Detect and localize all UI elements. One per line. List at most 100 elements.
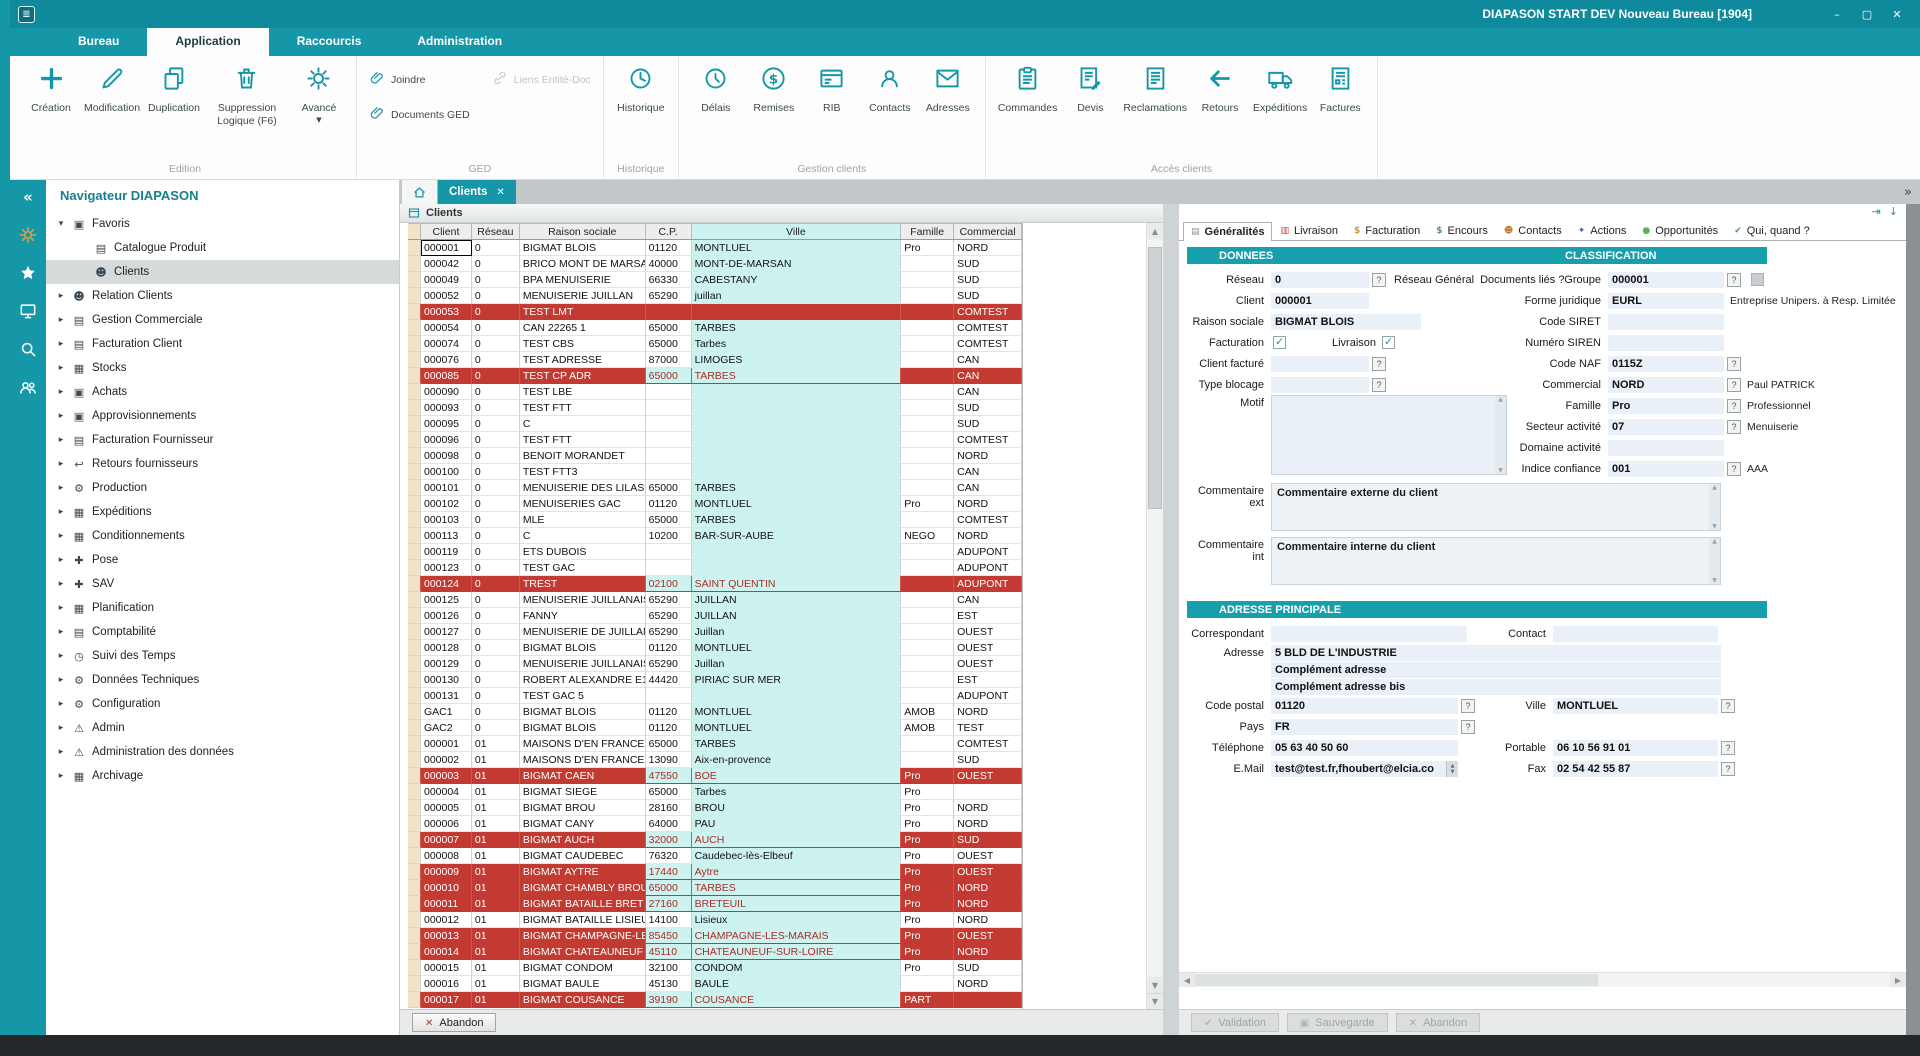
expander-icon[interactable]: ▸ — [56, 651, 66, 661]
table-row[interactable]: 000130 0 ROBERT ALEXANDRE E1 44420 PIRIA… — [408, 672, 1022, 688]
cell-cp[interactable]: 39190 — [646, 992, 692, 1008]
cell-cp[interactable]: 65000 — [646, 320, 692, 336]
cell-famille[interactable] — [901, 256, 954, 272]
scrollbar-thumb[interactable] — [1148, 247, 1162, 509]
cell-client[interactable]: 000124 — [421, 576, 472, 592]
cell-cp[interactable]: 85450 — [646, 928, 692, 944]
cell-ville[interactable] — [692, 688, 902, 704]
expander-icon[interactable]: ▸ — [56, 603, 66, 613]
cell-raison-sociale[interactable]: BIGMAT BLOIS — [520, 240, 646, 256]
cell-cp[interactable] — [646, 384, 692, 400]
commentaire-int-textarea[interactable]: Commentaire interne du client — [1271, 537, 1721, 585]
cell-cp[interactable]: 01120 — [646, 240, 692, 256]
tree-item[interactable]: ▸ ▦ Archivage — [46, 764, 399, 788]
cell-cp[interactable] — [646, 448, 692, 464]
tree-item[interactable]: ▤ Catalogue Produit — [46, 236, 399, 260]
cell-raison-sociale[interactable]: BIGMAT BLOIS — [520, 704, 646, 720]
cell-raison-sociale[interactable]: MENUISERIE JUILLANAIS — [520, 592, 646, 608]
cell-cp[interactable]: 65290 — [646, 608, 692, 624]
cell-reseau[interactable]: 01 — [472, 784, 520, 800]
cell-client[interactable]: 000012 — [421, 912, 472, 928]
raison-sociale-input[interactable]: BIGMAT BLOIS — [1271, 314, 1421, 330]
cell-commercial[interactable]: OUEST — [954, 864, 1022, 880]
cell-cp[interactable]: 66330 — [646, 272, 692, 288]
cell-cp[interactable] — [646, 560, 692, 576]
cell-famille[interactable]: Pro — [901, 848, 954, 864]
cell-client[interactable]: 000014 — [421, 944, 472, 960]
cell-reseau[interactable]: 01 — [472, 912, 520, 928]
tree-item[interactable]: ▸ ⚙ Production — [46, 476, 399, 500]
cell-cp[interactable]: 65290 — [646, 624, 692, 640]
cell-client[interactable]: 000013 — [421, 928, 472, 944]
delais-button[interactable]: Délais — [687, 58, 745, 115]
cell-client[interactable]: 000001 — [421, 736, 472, 752]
cell-client[interactable]: 000017 — [421, 992, 472, 1008]
table-row[interactable]: 000005 01 BIGMAT BROU 28160 BROU Pro NOR… — [408, 800, 1022, 816]
cell-commercial[interactable]: SUD — [954, 400, 1022, 416]
help-button[interactable]: ? — [1461, 720, 1475, 734]
cell-client[interactable]: 000042 — [421, 256, 472, 272]
cell-ville[interactable]: MONTLUEL — [692, 496, 902, 512]
cell-commercial[interactable]: COMTEST — [954, 336, 1022, 352]
table-row[interactable]: 000007 01 BIGMAT AUCH 32000 AUCH Pro SUD — [408, 832, 1022, 848]
cell-cp[interactable]: 45130 — [646, 976, 692, 992]
cell-raison-sociale[interactable]: MENUISERIE JUILLANAIS — [520, 656, 646, 672]
expander-icon[interactable]: ▸ — [56, 363, 66, 373]
cell-commercial[interactable]: NORD — [954, 912, 1022, 928]
cell-raison-sociale[interactable]: MLE — [520, 512, 646, 528]
cell-reseau[interactable]: 0 — [472, 592, 520, 608]
cell-raison-sociale[interactable]: BIGMAT CANY — [520, 816, 646, 832]
cell-commercial[interactable]: NORD — [954, 704, 1022, 720]
cell-famille[interactable] — [901, 384, 954, 400]
cell-famille[interactable]: Pro — [901, 816, 954, 832]
cell-commercial[interactable]: SUD — [954, 288, 1022, 304]
tab-facturation[interactable]: Facturation — [1346, 221, 1428, 240]
cell-reseau[interactable]: 01 — [472, 896, 520, 912]
cell-reseau[interactable]: 0 — [472, 528, 520, 544]
tree-item[interactable]: ▸ ▦ Expéditions — [46, 500, 399, 524]
cell-raison-sociale[interactable]: MAISONS D'EN FRANCE — [520, 752, 646, 768]
cell-raison-sociale[interactable]: BIGMAT SIEGE — [520, 784, 646, 800]
cell-reseau[interactable]: 01 — [472, 768, 520, 784]
groupe-input[interactable]: 000001 — [1608, 272, 1724, 288]
table-row[interactable]: 000053 0 TEST LMT COMTEST — [408, 304, 1022, 320]
cell-raison-sociale[interactable]: MENUISERIE DE JUILLAN — [520, 624, 646, 640]
table-row[interactable]: 000004 01 BIGMAT SIEGE 65000 Tarbes Pro — [408, 784, 1022, 800]
table-row[interactable]: GAC1 0 BIGMAT BLOIS 01120 MONTLUEL AMOB … — [408, 704, 1022, 720]
cell-raison-sociale[interactable]: C — [520, 416, 646, 432]
cell-cp[interactable] — [646, 304, 692, 320]
cell-reseau[interactable]: 0 — [472, 560, 520, 576]
cell-cp[interactable] — [646, 400, 692, 416]
tree-item[interactable]: ▸ ▤ Facturation Client — [46, 332, 399, 356]
cell-cp[interactable] — [646, 432, 692, 448]
cell-famille[interactable] — [901, 640, 954, 656]
cell-reseau[interactable]: 01 — [472, 944, 520, 960]
tree-item[interactable]: ▸ ✚ SAV — [46, 572, 399, 596]
cell-commercial[interactable]: SUD — [954, 416, 1022, 432]
cell-cp[interactable]: 45110 — [646, 944, 692, 960]
cell-reseau[interactable]: 0 — [472, 432, 520, 448]
expander-icon[interactable]: ▸ — [56, 291, 66, 301]
close-tab-icon[interactable]: ✕ — [496, 187, 504, 198]
table-row[interactable]: 000015 01 BIGMAT CONDOM 32100 CONDOM Pro… — [408, 960, 1022, 976]
cell-famille[interactable]: Pro — [901, 896, 954, 912]
tree-item[interactable]: ▸ ▦ Planification — [46, 596, 399, 620]
avance-button[interactable]: Avancé ▼ — [290, 58, 348, 124]
cell-cp[interactable] — [646, 544, 692, 560]
cell-reseau[interactable]: 01 — [472, 976, 520, 992]
spinner-icon[interactable] — [1446, 761, 1458, 777]
cell-famille[interactable]: Pro — [901, 832, 954, 848]
cell-raison-sociale[interactable]: MAISONS D'EN FRANCE — [520, 736, 646, 752]
reclamations-button[interactable]: Reclamations — [1119, 58, 1191, 115]
adresse-line1-input[interactable]: 5 BLD DE L'INDUSTRIE — [1271, 645, 1721, 661]
domaine-activite-input[interactable] — [1608, 440, 1724, 456]
email-input[interactable]: test@test.fr,fhoubert@elcia.co — [1271, 761, 1458, 777]
documents-ged-button[interactable]: Documents GED — [369, 105, 470, 124]
cell-reseau[interactable]: 01 — [472, 960, 520, 976]
modification-button[interactable]: Modification — [80, 58, 144, 115]
secteur-activite-input[interactable]: 07 — [1608, 419, 1724, 435]
motif-textarea[interactable] — [1271, 395, 1507, 475]
devis-button[interactable]: Devis — [1061, 58, 1119, 115]
cell-reseau[interactable]: 01 — [472, 800, 520, 816]
table-row[interactable]: 000124 0 TREST 02100 SAINT QUENTIN ADUPO… — [408, 576, 1022, 592]
